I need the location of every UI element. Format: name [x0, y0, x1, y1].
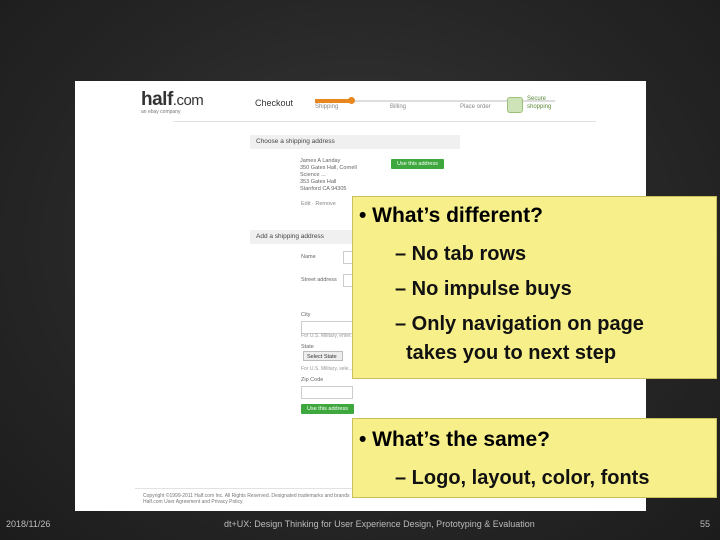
state-label: State [301, 344, 314, 350]
step-shipping: Shipping [315, 104, 339, 110]
address-line: Science ... [300, 172, 326, 178]
lock-icon [507, 97, 523, 113]
zip-code-label: Zip Code [301, 377, 324, 383]
different-item-continued: takes you to next step [406, 342, 617, 364]
different-item: – Only navigation on page [395, 313, 644, 335]
zip-code-field[interactable] [301, 386, 353, 399]
city-label: City [301, 312, 311, 318]
callout-whats-different: • What’s different? – No tab rows – No i… [352, 196, 717, 379]
street-address-label: Street address [301, 277, 337, 283]
same-heading: • What’s the same? [359, 428, 550, 451]
state-hint: For U.S. Military, sele... [301, 366, 353, 372]
name-label: Name [301, 254, 316, 260]
current-step-dot [348, 97, 355, 104]
course-title: dt+UX: Design Thinking for User Experien… [224, 519, 535, 529]
step-place-order: Place order [460, 104, 491, 110]
same-item: – Logo, layout, color, fonts [395, 467, 650, 489]
logo-domain-text: .com [172, 92, 204, 109]
slide-date: 2018/11/26 [6, 519, 51, 529]
slide-number: 55 [700, 519, 711, 529]
secure-label: Secure shopping [527, 96, 552, 110]
address-line: James A Landay [300, 158, 341, 164]
different-item: – No impulse buys [395, 278, 572, 300]
steps-progress [315, 99, 351, 103]
half-com-logo[interactable]: half.com an ebay company [141, 89, 213, 123]
callout-whats-same: • What’s the same? – Logo, layout, color… [352, 418, 717, 498]
city-hint: For U.S. Military, enter... [301, 333, 355, 339]
edit-remove-link[interactable]: Edit · Remove [301, 201, 336, 207]
policy-links[interactable]: Half.com User Agreement and Privacy Poli… [143, 499, 443, 505]
address-line: 353 Gates Hall [300, 179, 337, 185]
step-billing: Billing [390, 104, 407, 110]
choose-address-header: Choose a shipping address [250, 135, 460, 149]
saved-address: James A Landay 350 Gates Hall, Cornell S… [300, 158, 357, 193]
different-heading: • What’s different? [359, 204, 543, 227]
logo-main-text: half [141, 89, 173, 110]
state-select[interactable]: Select State [303, 351, 343, 361]
different-item: – No tab rows [395, 243, 527, 265]
use-this-address-button[interactable]: Use this address [391, 159, 444, 169]
address-line: Stanford CA 94305 [300, 186, 347, 192]
secure-shopping-badge: Secure shopping [507, 95, 567, 115]
header-divider [173, 121, 596, 122]
use-address-button[interactable]: Use this address [301, 404, 354, 414]
address-line: 350 Gates Hall, Cornell [300, 165, 357, 171]
